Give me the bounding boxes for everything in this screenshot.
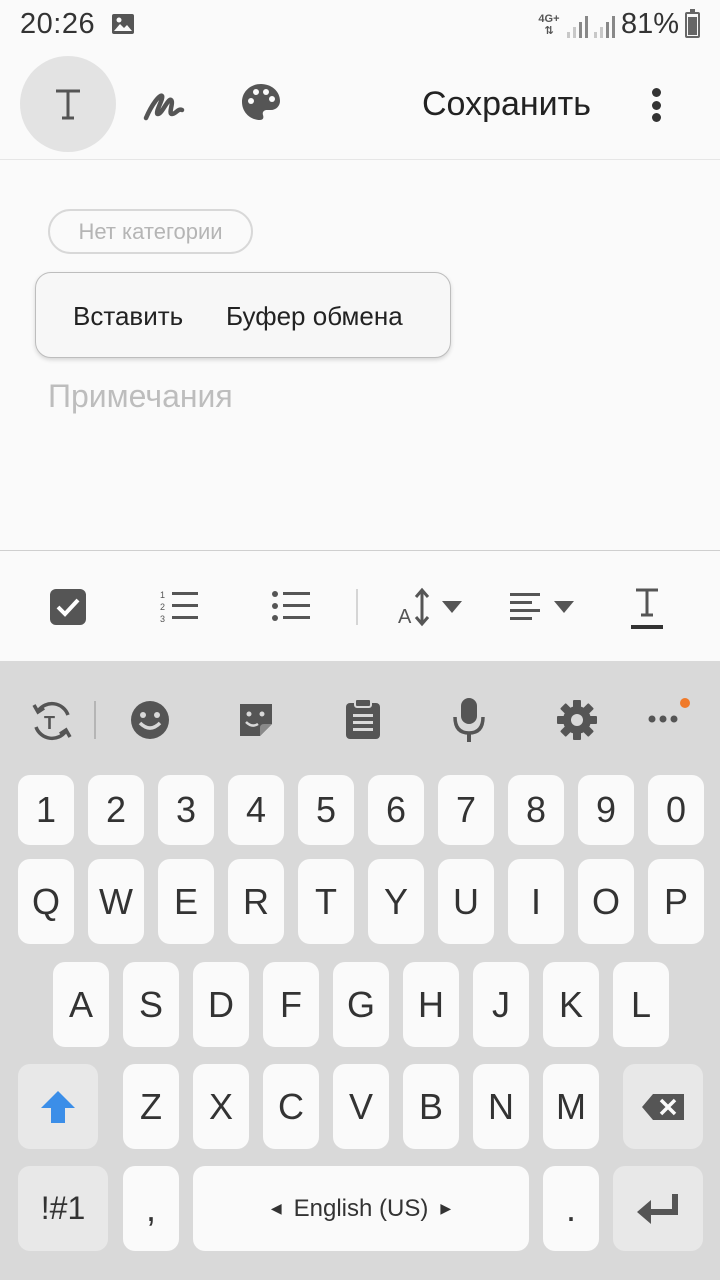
- key-n[interactable]: N: [473, 1064, 529, 1149]
- format-bar: 1 2 3 A: [0, 550, 720, 661]
- key-i[interactable]: I: [508, 859, 564, 944]
- svg-text:1: 1: [160, 590, 165, 600]
- key-9[interactable]: 9: [578, 775, 634, 845]
- status-bar: 20:26 4G+ ⇅ 81%: [0, 0, 720, 50]
- category-chip[interactable]: Нет категории: [48, 209, 253, 254]
- enter-key[interactable]: [613, 1166, 703, 1251]
- key-y[interactable]: Y: [368, 859, 424, 944]
- key-z[interactable]: Z: [123, 1064, 179, 1149]
- more-options-icon[interactable]: [640, 80, 672, 130]
- key-7[interactable]: 7: [438, 775, 494, 845]
- space-label: English (US): [293, 1194, 429, 1222]
- key-g[interactable]: G: [333, 962, 389, 1047]
- key-o[interactable]: O: [578, 859, 634, 944]
- space-right-arrow-icon: ▶: [440, 1200, 452, 1216]
- backspace-icon: [642, 1093, 684, 1120]
- key-t[interactable]: T: [298, 859, 354, 944]
- key-v[interactable]: V: [333, 1064, 389, 1149]
- key-a[interactable]: A: [53, 962, 109, 1047]
- backspace-key[interactable]: [623, 1064, 703, 1149]
- palette-icon[interactable]: [238, 80, 284, 126]
- space-left-arrow-icon: ◀: [270, 1200, 282, 1216]
- sticker-icon[interactable]: [236, 700, 276, 740]
- bullet-list-icon[interactable]: [272, 589, 312, 625]
- mic-icon[interactable]: [452, 697, 486, 743]
- key-c[interactable]: C: [263, 1064, 319, 1149]
- key-w[interactable]: W: [88, 859, 144, 944]
- data-arrows-icon: ⇅: [544, 24, 554, 37]
- network-type: 4G+ ⇅: [537, 13, 561, 37]
- enter-icon: [637, 1193, 678, 1224]
- key-8[interactable]: 8: [508, 775, 564, 845]
- key-1[interactable]: 1: [18, 775, 74, 845]
- checkbox-icon[interactable]: [50, 589, 86, 625]
- translate-icon[interactable]: T: [30, 699, 74, 743]
- comma-key[interactable]: ,: [123, 1166, 179, 1251]
- settings-icon[interactable]: [556, 699, 598, 741]
- key-h[interactable]: H: [403, 962, 459, 1047]
- keyboard-tool-divider: [94, 701, 96, 739]
- more-icon[interactable]: [646, 697, 694, 727]
- key-5[interactable]: 5: [298, 775, 354, 845]
- key-u[interactable]: U: [438, 859, 494, 944]
- network-label: 4G+: [538, 12, 560, 25]
- key-p[interactable]: P: [648, 859, 704, 944]
- symbols-key[interactable]: !#1: [18, 1166, 108, 1251]
- shift-key[interactable]: [18, 1064, 98, 1149]
- key-2[interactable]: 2: [88, 775, 144, 845]
- key-m[interactable]: M: [543, 1064, 599, 1149]
- space-key[interactable]: ◀ English (US) ▶: [193, 1166, 529, 1251]
- note-toolbar: Сохранить: [0, 50, 720, 160]
- svg-text:3: 3: [160, 614, 165, 624]
- clipboard-option[interactable]: Буфер обмена: [226, 301, 403, 332]
- svg-text:T: T: [44, 713, 55, 733]
- shift-icon: [41, 1090, 75, 1123]
- period-key[interactable]: .: [543, 1166, 599, 1251]
- svg-text:A: A: [398, 606, 412, 627]
- key-f[interactable]: F: [263, 962, 319, 1047]
- key-e[interactable]: E: [158, 859, 214, 944]
- key-0[interactable]: 0: [648, 775, 704, 845]
- key-k[interactable]: K: [543, 962, 599, 1047]
- key-d[interactable]: D: [193, 962, 249, 1047]
- font-size-icon[interactable]: A: [396, 587, 466, 627]
- battery-percent: 81%: [620, 8, 679, 40]
- text-icon: [56, 89, 80, 120]
- status-time: 20:26: [20, 8, 96, 40]
- format-divider: [356, 589, 358, 625]
- text-color-icon[interactable]: [630, 587, 664, 631]
- text-mode-button[interactable]: [20, 56, 116, 152]
- key-x[interactable]: X: [193, 1064, 249, 1149]
- clipboard-icon[interactable]: [345, 698, 381, 740]
- paste-option[interactable]: Вставить: [73, 301, 183, 332]
- key-3[interactable]: 3: [158, 775, 214, 845]
- key-r[interactable]: R: [228, 859, 284, 944]
- save-button[interactable]: Сохранить: [422, 85, 591, 124]
- handwriting-icon[interactable]: [138, 80, 188, 130]
- key-s[interactable]: S: [123, 962, 179, 1047]
- note-body-input[interactable]: Примечания: [48, 378, 233, 415]
- key-q[interactable]: Q: [18, 859, 74, 944]
- emoji-icon[interactable]: [130, 700, 170, 740]
- key-4[interactable]: 4: [228, 775, 284, 845]
- status-right: 4G+ ⇅ 81%: [537, 8, 700, 41]
- keyboard: T 1 2 3 4 5 6 7 8 9 0 Q W E R T Y U I O …: [0, 661, 720, 1280]
- align-icon[interactable]: [508, 589, 578, 625]
- signal-icon-1: [566, 12, 588, 38]
- signal-icon-2: [593, 12, 615, 38]
- key-l[interactable]: L: [613, 962, 669, 1047]
- key-6[interactable]: 6: [368, 775, 424, 845]
- svg-text:2: 2: [160, 602, 165, 612]
- numbered-list-icon[interactable]: 1 2 3: [160, 589, 200, 625]
- keyboard-toolbar: T: [0, 661, 720, 771]
- key-j[interactable]: J: [473, 962, 529, 1047]
- battery-icon: [685, 8, 700, 38]
- image-notification-icon: [112, 14, 134, 34]
- key-b[interactable]: B: [403, 1064, 459, 1149]
- context-menu: Вставить Буфер обмена: [35, 272, 451, 358]
